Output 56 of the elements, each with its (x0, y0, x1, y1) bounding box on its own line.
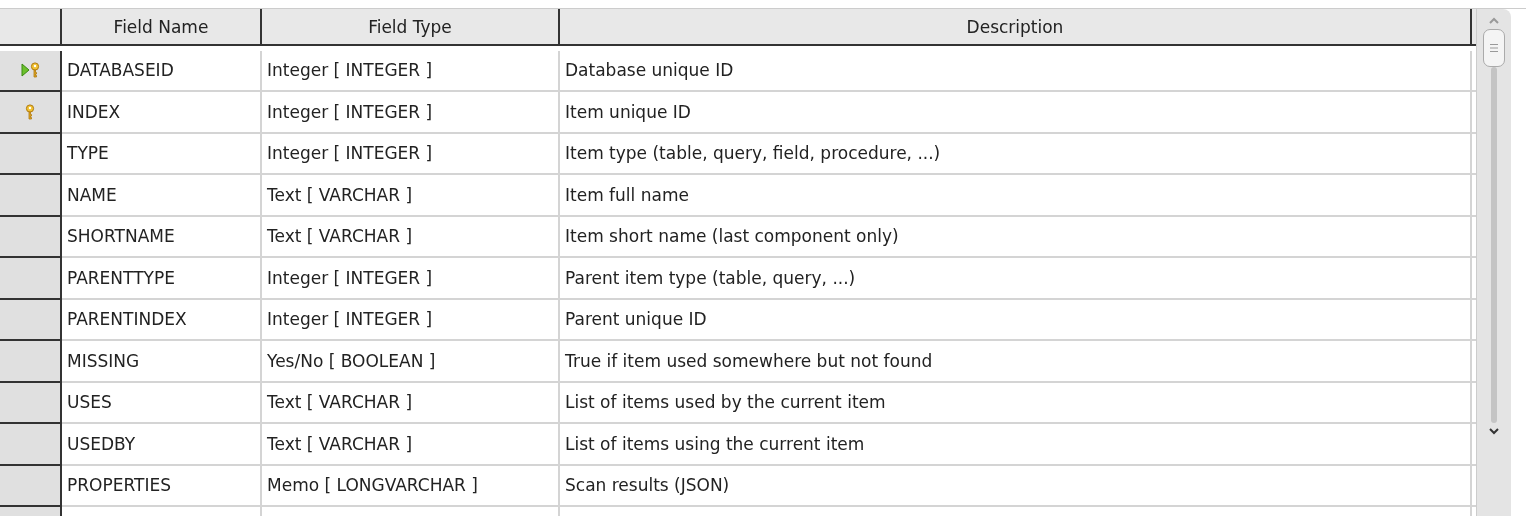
row-header[interactable] (0, 258, 62, 300)
table-cell: TYPE (62, 133, 262, 175)
table-cell: Integer [ INTEGER ] (262, 133, 560, 175)
table-cell: Text [ VARCHAR ] (262, 175, 560, 217)
table-cell: Parent item type (table, query, ...) (560, 258, 1472, 300)
row-header[interactable] (0, 382, 62, 424)
table-cell: USEDBY (62, 424, 262, 466)
row-header[interactable] (0, 216, 62, 258)
table-cell: Item type (table, query, field, procedure, ...) (560, 133, 1472, 175)
table-cell: Yes/No [ BOOLEAN ] (262, 341, 560, 383)
current-row-arrow-icon (20, 63, 30, 78)
table-cell: USES (62, 382, 262, 424)
table-cell: NAME (62, 175, 262, 217)
table-cell: Database unique ID (560, 50, 1472, 92)
table-cell: PARENTTYPE (62, 258, 262, 300)
column-header[interactable]: Description (560, 9, 1472, 46)
table-cell: SHORTNAME (62, 216, 262, 258)
vertical-scrollbar[interactable] (1476, 9, 1511, 516)
table-cell: List of items used by the current item (560, 382, 1472, 424)
header-background (1472, 9, 1476, 46)
table-cell: Integer [ INTEGER ] (262, 50, 560, 92)
row-header[interactable] (0, 341, 62, 383)
table-cell: PROPERTIES (62, 465, 262, 507)
row-header[interactable] (0, 175, 62, 217)
scroll-down-icon[interactable] (1488, 427, 1500, 435)
table-cell: MISSING (62, 341, 262, 383)
table-cell: Item full name (560, 175, 1472, 217)
key-icon (25, 103, 35, 120)
table-cell: Text [ VARCHAR ] (262, 424, 560, 466)
table-cell: Scan results (JSON) (560, 465, 1472, 507)
column-header[interactable]: Field Name (62, 9, 262, 46)
grip-icon (1490, 43, 1498, 53)
row-header[interactable] (0, 133, 62, 175)
table-cell: True if item used somewhere but not found (560, 341, 1472, 383)
table-cell: Integer [ INTEGER ] (262, 299, 560, 341)
header-corner (0, 9, 62, 46)
row-header[interactable] (0, 424, 62, 466)
table-cell: Item unique ID (560, 92, 1472, 134)
table-cell: Integer [ INTEGER ] (262, 92, 560, 134)
key-icon (29, 62, 40, 79)
table-cell: Memo [ LONGVARCHAR ] (262, 465, 560, 507)
table-cell: PARENTINDEX (62, 299, 262, 341)
table-cell: Integer [ INTEGER ] (262, 258, 560, 300)
table-cell: DATABASEID (62, 50, 262, 92)
table-cell: Text [ VARCHAR ] (262, 216, 560, 258)
row-header[interactable] (0, 299, 62, 341)
column-header[interactable]: Field Type (262, 9, 560, 46)
table-cell: List of items using the current item (560, 424, 1472, 466)
table-cell: Text [ VARCHAR ] (262, 382, 560, 424)
table-cell: Item short name (last component only) (560, 216, 1472, 258)
row-header[interactable] (0, 465, 62, 507)
table-cell: INDEX (62, 92, 262, 134)
row-header[interactable] (0, 50, 62, 92)
row-header[interactable] (0, 92, 62, 134)
scroll-thumb[interactable] (1483, 29, 1505, 67)
table-cell: Parent unique ID (560, 299, 1472, 341)
